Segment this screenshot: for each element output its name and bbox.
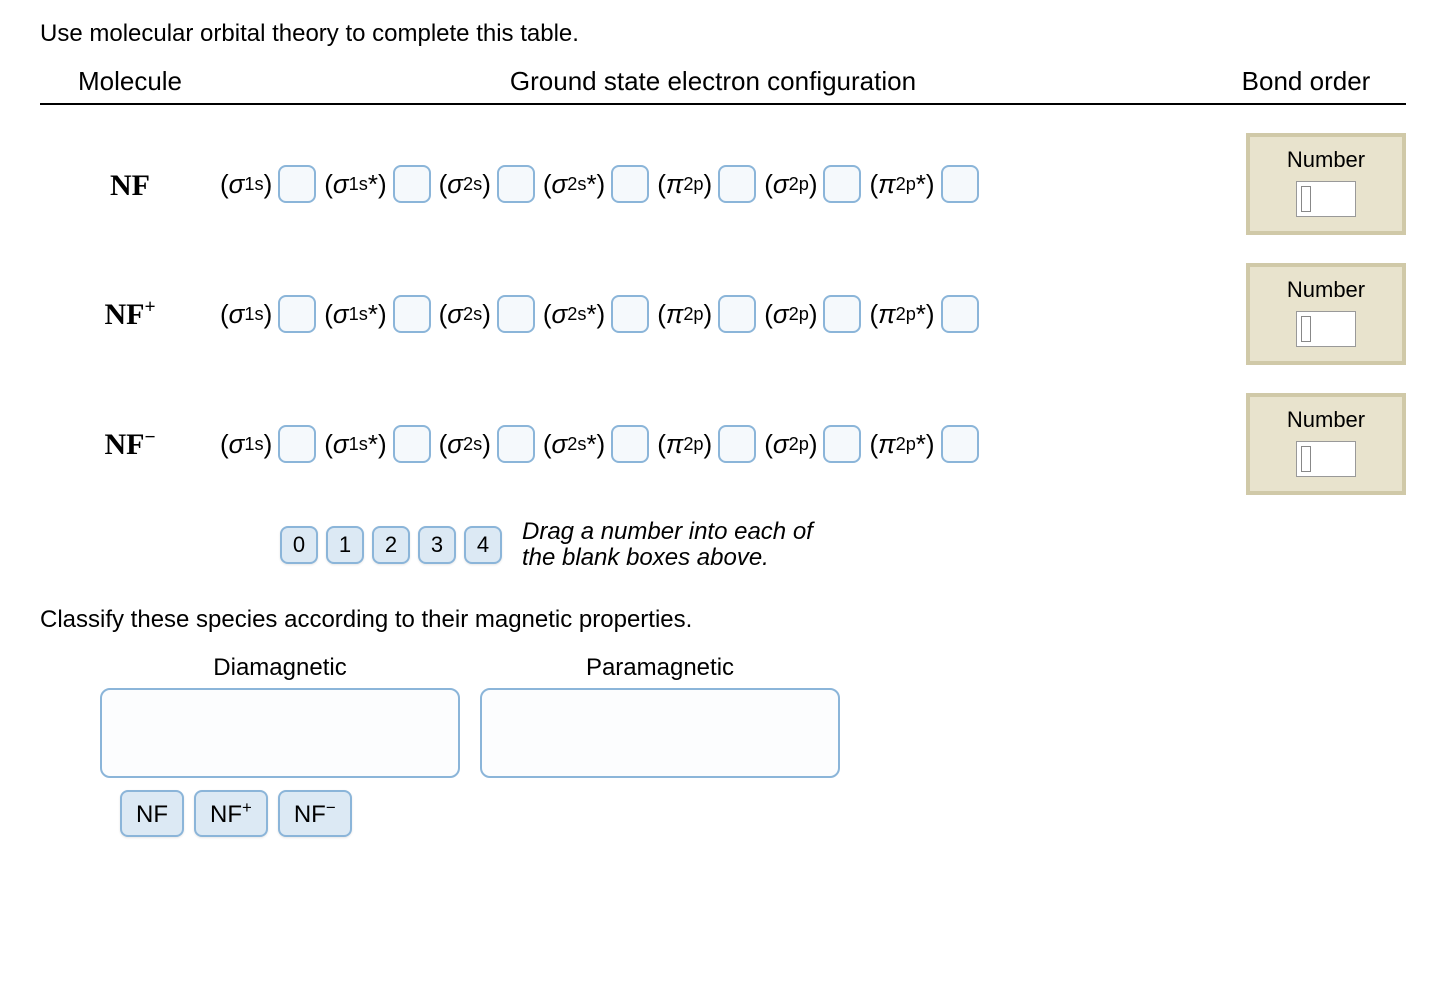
species-chip-nfminus[interactable]: NF− <box>278 790 352 837</box>
blank-box[interactable] <box>497 295 535 333</box>
blank-box[interactable] <box>278 425 316 463</box>
blank-box[interactable] <box>611 295 649 333</box>
input-cursor-icon <box>1301 186 1311 212</box>
number-chip-3[interactable]: 3 <box>418 526 456 564</box>
blank-box[interactable] <box>393 165 431 203</box>
species-chip-nf[interactable]: NF <box>120 790 184 837</box>
bank-hint: Drag a number into each of the blank box… <box>522 519 813 572</box>
bond-label: Number <box>1260 147 1392 173</box>
config-row-nfminus: (σ1s) (σ1s*) (σ2s) (σ2s*) (π2p) (σ2p) (π… <box>220 425 1226 463</box>
number-bank: 0 1 2 3 4 Drag a number into each of the… <box>40 519 1406 572</box>
number-chip-2[interactable]: 2 <box>372 526 410 564</box>
input-cursor-icon <box>1301 316 1311 342</box>
blank-box[interactable] <box>393 425 431 463</box>
number-chip-1[interactable]: 1 <box>326 526 364 564</box>
blank-box[interactable] <box>278 295 316 333</box>
blank-box[interactable] <box>718 295 756 333</box>
classify-instruction: Classify these species according to thei… <box>40 606 1406 634</box>
blank-box[interactable] <box>611 165 649 203</box>
number-chip-4[interactable]: 4 <box>464 526 502 564</box>
header-bond: Bond order <box>1206 66 1406 97</box>
bond-label: Number <box>1260 407 1392 433</box>
input-cursor-icon <box>1301 446 1311 472</box>
blank-box[interactable] <box>393 295 431 333</box>
bond-order-box-nfplus: Number <box>1246 263 1406 365</box>
bond-label: Number <box>1260 277 1392 303</box>
blank-box[interactable] <box>497 425 535 463</box>
bond-order-box-nf: Number <box>1246 133 1406 235</box>
blank-box[interactable] <box>497 165 535 203</box>
blank-box[interactable] <box>611 425 649 463</box>
header-config: Ground state electron configuration <box>220 66 1206 97</box>
molecule-label-nfplus: NF+ <box>40 297 220 332</box>
blank-box[interactable] <box>941 165 979 203</box>
blank-box[interactable] <box>941 425 979 463</box>
config-row-nfplus: (σ1s) (σ1s*) (σ2s) (σ2s*) (π2p) (σ2p) (π… <box>220 295 1226 333</box>
blank-box[interactable] <box>823 295 861 333</box>
number-chip-0[interactable]: 0 <box>280 526 318 564</box>
species-chip-nfplus[interactable]: NF+ <box>194 790 268 837</box>
molecule-label-nf: NF <box>40 165 220 203</box>
table-row: NF (σ1s) (σ1s*) (σ2s) (σ2s*) (π2p) (σ2p)… <box>40 133 1406 235</box>
config-row-nf: (σ1s) (σ1s*) (σ2s) (σ2s*) (π2p) (σ2p) (π… <box>220 165 1226 203</box>
table-row: NF+ (σ1s) (σ1s*) (σ2s) (σ2s*) (π2p) (σ2p… <box>40 263 1406 365</box>
blank-box[interactable] <box>718 165 756 203</box>
paramagnetic-dropzone[interactable] <box>480 688 840 778</box>
blank-box[interactable] <box>941 295 979 333</box>
diamagnetic-dropzone[interactable] <box>100 688 460 778</box>
bond-order-input-nfminus[interactable] <box>1296 441 1356 477</box>
bond-order-box-nfminus: Number <box>1246 393 1406 495</box>
diamagnetic-header: Diamagnetic <box>100 654 460 682</box>
bond-order-input-nf[interactable] <box>1296 181 1356 217</box>
blank-box[interactable] <box>718 425 756 463</box>
bond-order-input-nfplus[interactable] <box>1296 311 1356 347</box>
header-molecule: Molecule <box>40 66 220 97</box>
paramagnetic-header: Paramagnetic <box>480 654 840 682</box>
table-header-row: Molecule Ground state electron configura… <box>40 66 1406 105</box>
table-row: NF− (σ1s) (σ1s*) (σ2s) (σ2s*) (π2p) (σ2p… <box>40 393 1406 495</box>
classify-row: Diamagnetic Paramagnetic <box>100 654 1406 778</box>
blank-box[interactable] <box>823 165 861 203</box>
molecule-label-nfminus: NF− <box>40 427 220 462</box>
species-bank: NF NF+ NF− <box>120 790 1406 837</box>
blank-box[interactable] <box>278 165 316 203</box>
instruction-text: Use molecular orbital theory to complete… <box>40 20 1406 48</box>
blank-box[interactable] <box>823 425 861 463</box>
